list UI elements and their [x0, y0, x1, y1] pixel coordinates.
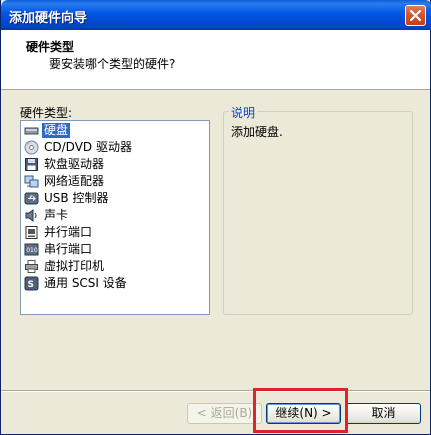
- parallel-port-icon: [25, 226, 38, 239]
- list-item-generic-scsi[interactable]: S 通用 SCSI 设备: [24, 275, 129, 292]
- window-title: 添加硬件向导: [9, 11, 88, 26]
- svg-text:S: S: [28, 280, 34, 290]
- scsi-device-icon: S: [24, 276, 39, 291]
- list-item-network-adapter[interactable]: 网络适配器: [24, 173, 106, 190]
- list-item-label: 软盘驱动器: [44, 157, 105, 171]
- list-item-label: 虚拟打印机: [44, 259, 105, 273]
- list-item-label: 并行端口: [44, 225, 93, 239]
- header-title: 硬件类型: [26, 40, 75, 54]
- list-item-usb-controller[interactable]: USB 控制器: [24, 190, 110, 207]
- list-item-virtual-printer[interactable]: 虚拟打印机: [24, 258, 106, 275]
- description-group: [223, 111, 413, 315]
- wizard-header: 硬件类型 要安装哪个类型的硬件?: [1, 30, 430, 90]
- list-item-label: CD/DVD 驱动器: [44, 140, 132, 154]
- list-item-serial-port[interactable]: 010 串行端口: [24, 241, 94, 258]
- svg-text:010: 010: [26, 247, 38, 254]
- hardware-type-label: 硬件类型:: [20, 106, 73, 120]
- close-icon: [410, 10, 421, 21]
- list-item-hard-disk[interactable]: 硬盘: [24, 122, 71, 139]
- add-hardware-wizard-window: 添加硬件向导 硬件类型 要安装哪个类型的硬件? 硬件类型: 硬盘 CD/DVD …: [0, 0, 431, 435]
- next-button[interactable]: 继续(N) >: [266, 403, 341, 424]
- back-button[interactable]: < 返回(B): [187, 403, 262, 424]
- title-bar[interactable]: 添加硬件向导: [1, 0, 431, 30]
- printer-icon: [25, 260, 38, 273]
- list-item-cd-dvd[interactable]: CD/DVD 驱动器: [24, 139, 134, 156]
- list-item-sound-card[interactable]: 声卡: [24, 207, 70, 224]
- list-item-label: 硬盘: [42, 123, 71, 138]
- list-item-parallel-port[interactable]: 并行端口: [24, 224, 94, 241]
- cd-dvd-icon: [24, 140, 39, 155]
- list-item-label: USB 控制器: [44, 191, 109, 205]
- cancel-button[interactable]: 取消: [346, 403, 421, 424]
- hardware-type-list[interactable]: 硬盘 CD/DVD 驱动器 软盘驱动器 网络适配器 USB 控制器 声卡 并行端…: [20, 120, 210, 315]
- sound-card-icon: [25, 209, 37, 222]
- list-item-label: 网络适配器: [44, 174, 105, 188]
- list-item-label: 串行端口: [44, 242, 93, 256]
- header-subtitle: 要安装哪个类型的硬件?: [49, 57, 176, 71]
- list-item-label: 声卡: [44, 208, 69, 222]
- network-adapter-icon: [24, 175, 39, 188]
- description-title: 说明: [229, 104, 258, 121]
- hard-disk-icon: [24, 127, 39, 135]
- footer-divider: [1, 390, 430, 392]
- close-button[interactable]: [405, 5, 426, 26]
- usb-icon: [24, 192, 39, 205]
- list-item-label: 通用 SCSI 设备: [44, 276, 127, 290]
- serial-port-icon: 010: [24, 243, 39, 256]
- list-item-floppy[interactable]: 软盘驱动器: [24, 156, 106, 173]
- description-text: 添加硬盘.: [231, 125, 283, 139]
- floppy-drive-icon: [25, 158, 38, 171]
